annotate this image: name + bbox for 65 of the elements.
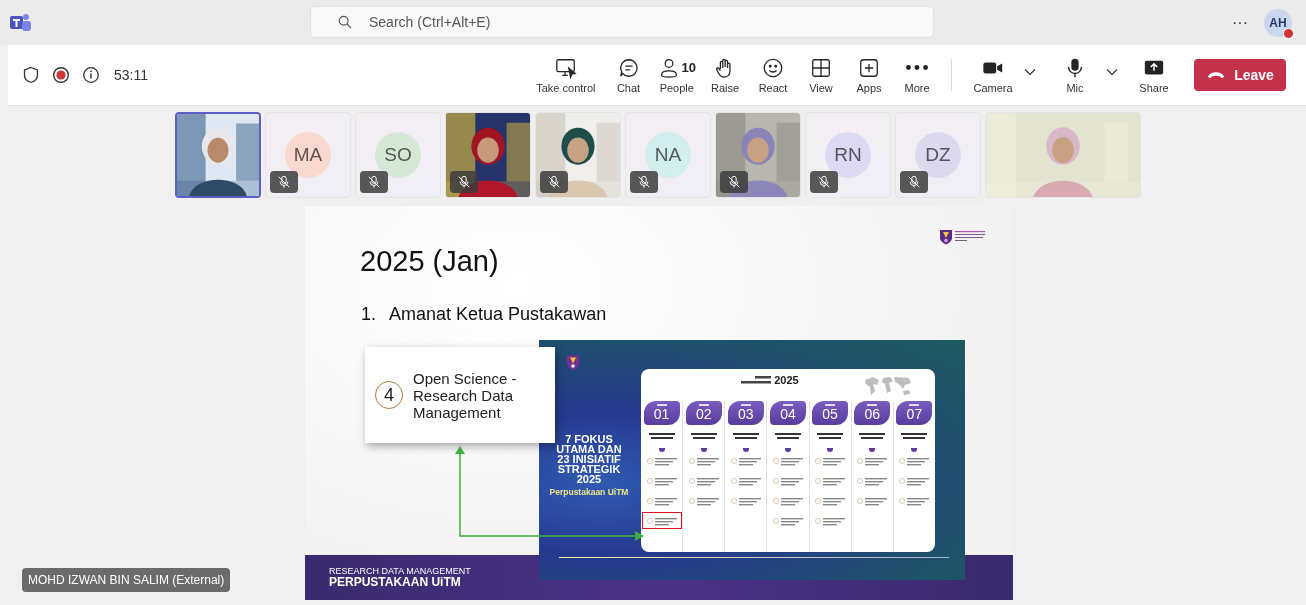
footer-subtitle: RESEARCH DATA MANAGEMENT [329,566,472,576]
participant-tile[interactable]: SO [355,112,441,198]
title-lines-drawing [646,433,677,439]
initials-avatar: NA [645,132,691,178]
initiative-list-drawing [730,458,761,506]
presenter-name-tag: MOHD IZWAN BIN SALIM (External) [22,568,231,592]
callout-text: Open Science - Research Data Management [413,369,518,421]
participant-tile[interactable]: DZ [895,112,981,198]
grid-icon [810,56,832,79]
initiative-list-drawing [899,458,930,506]
initials-avatar: MA [285,132,331,178]
title-lines-drawing [688,433,719,439]
teams-logo-icon [10,12,32,33]
smile-icon [762,56,784,79]
participant-tile[interactable]: RN [805,112,891,198]
more-options-button[interactable]: ··· [1232,13,1248,32]
toolbar-button[interactable]: React [749,56,797,94]
initials-avatar: SO [375,132,421,178]
info-icon[interactable] [82,66,100,84]
search-icon [338,15,352,29]
world-map-icon [863,375,913,397]
initiative-list-drawing [815,458,846,526]
toolbar-button[interactable]: Raise [701,56,749,94]
list-number: 1. [361,304,376,325]
list-item-text: Amanat Ketua Pustakawan [389,304,607,325]
initiative-list-drawing [857,458,888,506]
device-button[interactable]: Camera [966,56,1020,94]
meeting-timer: 53:11 [114,67,148,83]
initials-avatar: RN [825,132,871,178]
toolbar-button[interactable]: More [893,56,941,94]
device-button[interactable]: Mic [1048,56,1102,94]
toolbar-button[interactable]: View [797,56,845,94]
initiative-list-drawing [688,458,719,506]
slide-title: 2025 (Jan) [360,244,500,278]
toolbar-button[interactable]: Apps [845,56,893,94]
title-lines-drawing [773,433,803,439]
panel-year: 2025 [774,374,799,386]
toolbar-button[interactable]: 10 People [652,56,701,94]
chevron-down-icon[interactable] [1024,68,1036,76]
search-field[interactable]: Search (Ctrl+Alt+E) [310,6,934,38]
participant-tile[interactable]: MA [265,112,351,198]
university-logo-icon [566,354,580,371]
shield-icon[interactable] [22,66,40,84]
title-lines-drawing [857,433,888,439]
share-button[interactable]: Share [1130,56,1178,94]
initials-avatar: DZ [915,132,961,178]
title-lines-drawing [815,433,846,439]
recording-icon[interactable] [52,66,70,84]
plus-icon [858,56,880,79]
toolbar-button[interactable]: Take control [531,56,601,94]
heading-lines-drawing [741,376,772,384]
title-lines-drawing [899,433,930,439]
participant-tile[interactable]: NA [625,112,711,198]
title-lines-drawing [730,433,761,439]
initiative-list-drawing [646,458,677,526]
chat-icon [617,56,640,79]
dots-icon [906,64,928,70]
footer-title: PERPUSTAKAAN UiTM [329,576,462,589]
hang-up-icon [1206,70,1227,80]
chevron-down-icon[interactable] [1106,68,1118,76]
monitor-cursor-icon [554,56,577,79]
initiative-list-drawing [773,458,803,526]
toolbar-button[interactable]: Chat [604,56,653,94]
leave-button[interactable]: Leave [1194,59,1286,91]
user-avatar[interactable]: AH [1264,8,1292,37]
